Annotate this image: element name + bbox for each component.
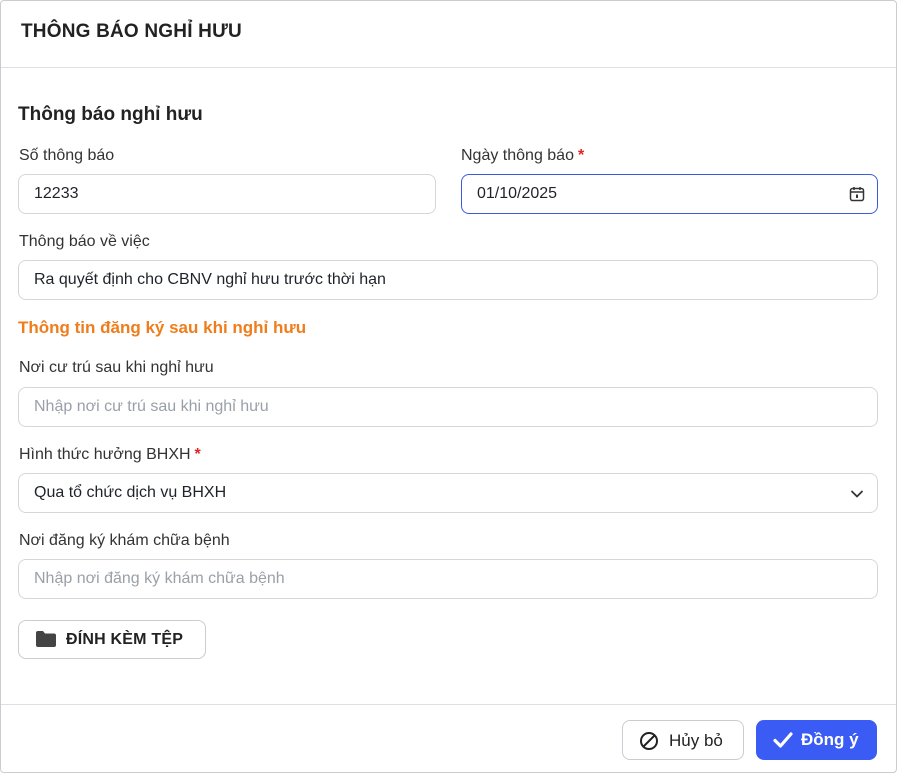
insurance-method-value: Qua tổ chức dịch vụ BHXH [34, 484, 227, 501]
insurance-method-select[interactable]: Qua tổ chức dịch vụ BHXH [18, 473, 878, 513]
medical-place-placeholder: Nhập nơi đăng ký khám chữa bệnh [34, 570, 285, 587]
notice-subject-value: Ra quyết định cho CBNV nghỉ hưu trước th… [34, 271, 386, 288]
notice-date-input[interactable]: 01/10/2025 [461, 174, 878, 214]
residence-placeholder: Nhập nơi cư trú sau khi nghỉ hưu [34, 398, 269, 415]
confirm-button[interactable]: Đồng ý [756, 720, 877, 760]
section-title: Thông báo nghỉ hưu [18, 104, 203, 125]
cancel-label: Hủy bỏ [669, 731, 723, 750]
ban-icon [640, 732, 658, 750]
dialog-footer: Hủy bỏ Đồng ý [1, 704, 896, 773]
medical-place-input[interactable]: Nhập nơi đăng ký khám chữa bệnh [18, 559, 878, 599]
residence-label: Nơi cư trú sau khi nghỉ hưu [19, 359, 214, 376]
required-mark: * [577, 147, 585, 164]
notice-date-label: Ngày thông báo * [461, 147, 584, 165]
residence-input[interactable]: Nhập nơi cư trú sau khi nghỉ hưu [18, 387, 878, 427]
retirement-notice-dialog: THÔNG BÁO NGHỈ HƯU Thông báo nghỉ hưu Số… [0, 0, 897, 773]
notice-date-label-text: Ngày thông báo [461, 147, 574, 164]
chevron-down-icon [851, 490, 863, 498]
required-mark: * [194, 446, 201, 463]
folder-icon [36, 631, 56, 647]
notice-subject-label: Thông báo về việc [19, 233, 150, 250]
attach-file-label: ĐÍNH KÈM TỆP [66, 631, 184, 648]
check-icon [773, 732, 793, 748]
insurance-method-label: Hình thức hưởng BHXH * [19, 446, 201, 464]
notice-number-input[interactable]: 12233 [18, 174, 436, 214]
notice-number-value: 12233 [34, 185, 79, 202]
subsection-title: Thông tin đăng ký sau khi nghỉ hưu [18, 318, 307, 337]
dialog-title: THÔNG BÁO NGHỈ HƯU [21, 21, 242, 42]
insurance-method-label-text: Hình thức hưởng BHXH [19, 446, 191, 463]
notice-date-value: 01/10/2025 [477, 185, 558, 202]
cancel-button[interactable]: Hủy bỏ [622, 720, 744, 760]
medical-place-label: Nơi đăng ký khám chữa bệnh [19, 532, 230, 549]
calendar-icon[interactable] [849, 186, 865, 202]
confirm-label: Đồng ý [801, 730, 859, 749]
dialog-header: THÔNG BÁO NGHỈ HƯU [1, 1, 896, 68]
notice-number-label: Số thông báo [19, 147, 115, 164]
notice-subject-input[interactable]: Ra quyết định cho CBNV nghỉ hưu trước th… [18, 260, 878, 300]
attach-file-button[interactable]: ĐÍNH KÈM TỆP [18, 620, 206, 659]
